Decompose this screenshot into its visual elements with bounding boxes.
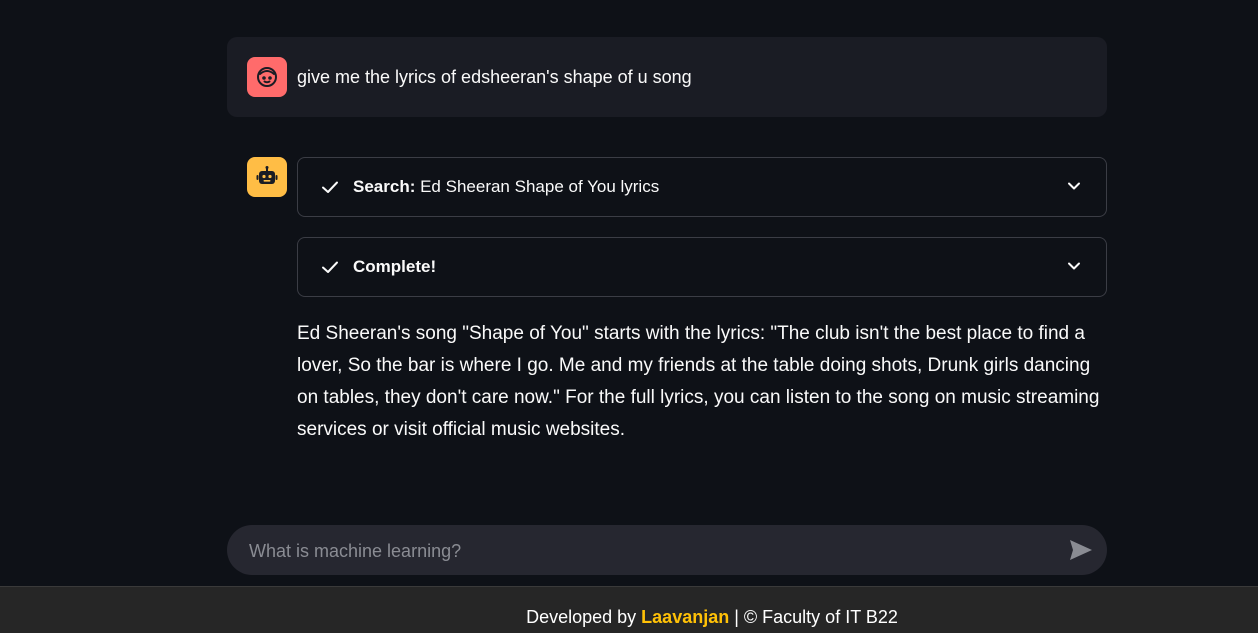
assistant-avatar bbox=[247, 157, 287, 197]
send-button[interactable] bbox=[1067, 537, 1095, 563]
robot-icon bbox=[256, 166, 278, 184]
assistant-answer-text: Ed Sheeran's song "Shape of You" starts … bbox=[297, 323, 1100, 440]
send-icon bbox=[1070, 540, 1092, 560]
chat-input-container bbox=[227, 525, 1107, 577]
expander-label-bold: Search: bbox=[353, 177, 416, 196]
status-expander-complete[interactable]: Complete! bbox=[297, 237, 1107, 297]
user-face-icon bbox=[257, 67, 277, 87]
user-avatar bbox=[247, 57, 287, 97]
footer: Developed by Laavanjan | © Faculty of IT… bbox=[0, 586, 1258, 633]
expander-label: Search: Ed Sheeran Shape of You lyrics bbox=[353, 176, 659, 198]
chat-input[interactable] bbox=[247, 525, 1051, 577]
footer-suffix: | © Faculty of IT B22 bbox=[729, 607, 898, 627]
check-icon bbox=[322, 261, 338, 273]
user-message: give me the lyrics of edsheeran's shape … bbox=[227, 37, 1107, 117]
footer-author-link[interactable]: Laavanjan bbox=[641, 607, 729, 627]
user-message-text: give me the lyrics of edsheeran's shape … bbox=[297, 67, 692, 87]
status-expander-search[interactable]: Search: Ed Sheeran Shape of You lyrics bbox=[297, 157, 1107, 217]
expander-label-bold: Complete! bbox=[353, 257, 437, 276]
check-icon bbox=[322, 181, 338, 193]
footer-prefix: Developed by bbox=[526, 607, 642, 627]
footer-text: Developed by Laavanjan | © Faculty of IT… bbox=[0, 606, 1258, 628]
chevron-down-icon[interactable] bbox=[1066, 258, 1082, 274]
expander-label-rest: Ed Sheeran Shape of You lyrics bbox=[415, 177, 660, 196]
chat-page: give me the lyrics of edsheeran's shape … bbox=[0, 0, 1258, 633]
expander-label: Complete! bbox=[353, 256, 436, 278]
chevron-down-icon[interactable] bbox=[1066, 178, 1082, 194]
